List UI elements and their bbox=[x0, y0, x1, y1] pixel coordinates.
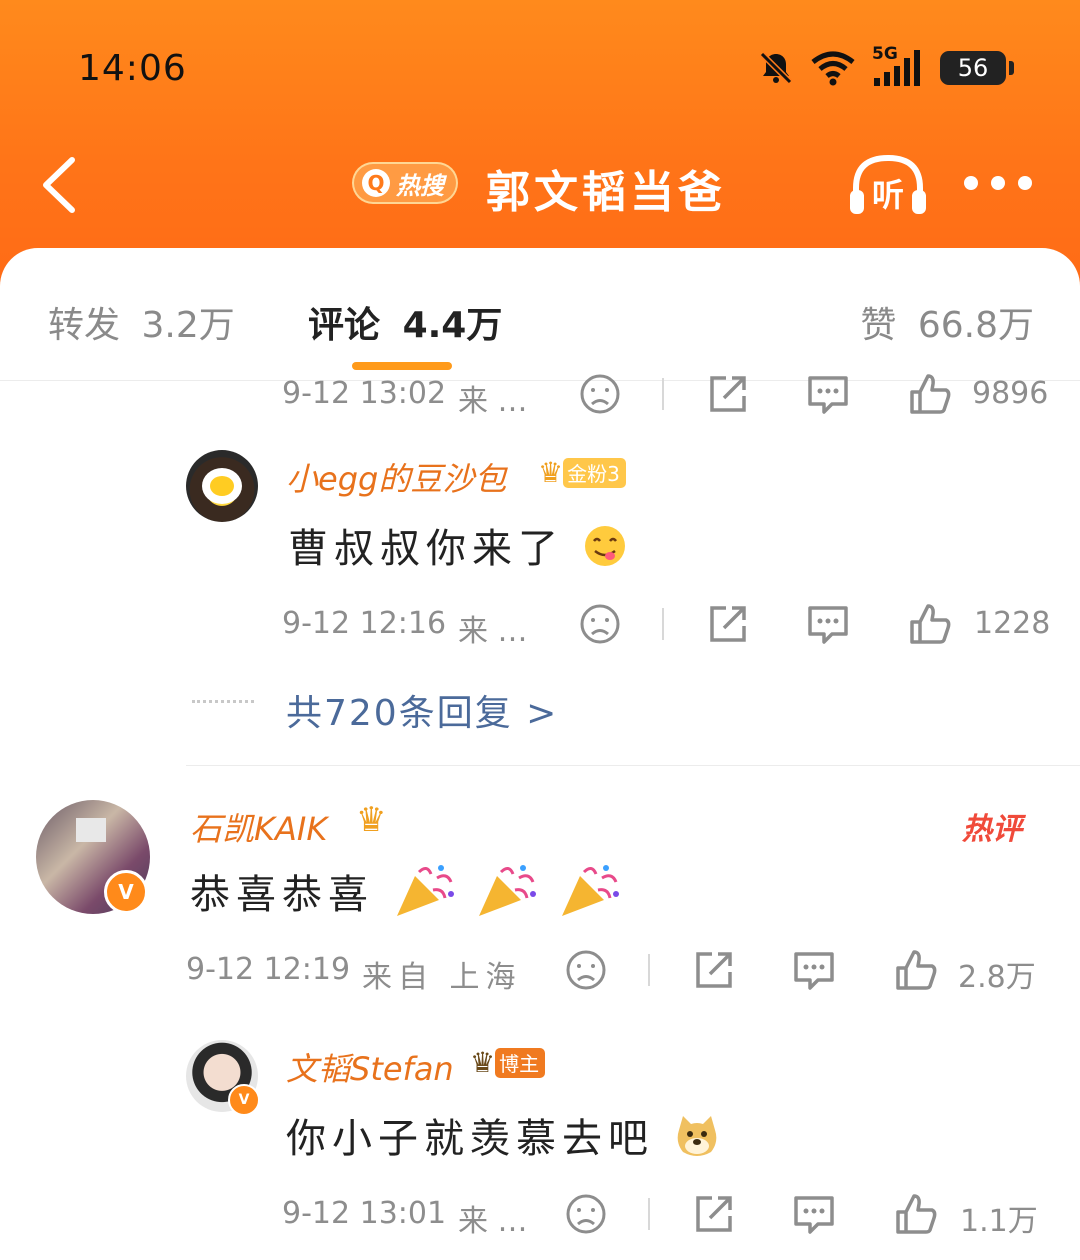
tab-like[interactable]: 赞 66.8万 bbox=[860, 296, 1034, 348]
dislike-icon[interactable] bbox=[564, 948, 608, 992]
share-icon[interactable] bbox=[692, 1192, 736, 1236]
status-time: 14:06 bbox=[78, 48, 187, 89]
username[interactable]: 小egg的豆沙包 bbox=[286, 454, 506, 500]
doge-emoji-icon bbox=[677, 1116, 717, 1156]
comment-icon[interactable] bbox=[806, 602, 850, 646]
party-popper-icon bbox=[562, 865, 620, 916]
reply-dots bbox=[192, 700, 254, 707]
like-count: 1228 bbox=[974, 606, 1051, 641]
blogger-badge: ♛ 博主 bbox=[470, 1046, 546, 1079]
listen-button[interactable]: 听 bbox=[846, 150, 930, 220]
comment-icon[interactable] bbox=[792, 948, 836, 992]
comment-icon[interactable] bbox=[806, 372, 850, 416]
separator bbox=[662, 608, 664, 640]
like-icon[interactable] bbox=[908, 372, 952, 416]
party-popper-icon bbox=[396, 865, 454, 916]
comment-text: 恭喜恭喜 bbox=[190, 862, 622, 920]
hot-comment-tag: 热评 bbox=[962, 812, 1022, 847]
blogger-badge-label: 博主 bbox=[495, 1047, 546, 1078]
mute-bell-icon bbox=[759, 51, 793, 85]
separator bbox=[648, 1198, 650, 1230]
comment-source: 来自 上海 bbox=[362, 960, 522, 995]
like-count: 1.1万 bbox=[960, 1204, 1038, 1239]
avatar[interactable] bbox=[186, 450, 258, 522]
comment-text: 曹叔叔你来了 bbox=[288, 516, 627, 574]
comment-divider bbox=[186, 765, 1080, 766]
fan-badge-label: 金粉3 bbox=[563, 457, 626, 488]
dislike-icon[interactable] bbox=[578, 602, 622, 646]
tab-repost-label: 转发 bbox=[48, 305, 121, 346]
listen-label: 听 bbox=[872, 176, 905, 214]
crown-icon: ♛ bbox=[470, 1046, 496, 1079]
like-count: 9896 bbox=[972, 376, 1049, 411]
active-tab-indicator bbox=[352, 362, 452, 370]
comment-text: 你小子就羡慕去吧 bbox=[286, 1106, 721, 1164]
tab-repost[interactable]: 转发 3.2万 bbox=[48, 296, 235, 348]
tab-comment[interactable]: 评论 4.4万 bbox=[308, 296, 502, 348]
like-icon[interactable] bbox=[894, 948, 938, 992]
share-icon[interactable] bbox=[692, 948, 736, 992]
comment-source: 来 … bbox=[458, 614, 528, 649]
share-icon[interactable] bbox=[706, 602, 750, 646]
tab-comment-count: 4.4万 bbox=[402, 305, 503, 346]
comment-text-content: 恭喜恭喜 bbox=[190, 872, 374, 918]
username[interactable]: 石凯KAIK bbox=[190, 804, 327, 850]
like-icon[interactable] bbox=[894, 1192, 938, 1236]
crown-icon: ♛ bbox=[356, 800, 387, 840]
comment-time: 9-12 13:01 bbox=[282, 1196, 447, 1231]
like-count: 2.8万 bbox=[958, 960, 1036, 995]
comment-text-content: 曹叔叔你来了 bbox=[288, 526, 564, 572]
comment-icon[interactable] bbox=[792, 1192, 836, 1236]
like-icon[interactable] bbox=[908, 602, 952, 646]
tab-like-count: 66.8万 bbox=[917, 305, 1034, 346]
comment-source: 来 … bbox=[458, 384, 528, 419]
tab-repost-count: 3.2万 bbox=[141, 305, 235, 346]
fan-badge: ♛ 金粉3 bbox=[538, 456, 626, 489]
hot-search-label: 热搜 bbox=[396, 171, 444, 200]
view-replies-link[interactable]: 共720条回复 > bbox=[286, 684, 558, 736]
battery-icon: 56 bbox=[940, 51, 1014, 85]
comment-text-content: 你小子就羡慕去吧 bbox=[286, 1116, 654, 1162]
search-icon: Q bbox=[362, 169, 390, 197]
comment-time: 9-12 12:16 bbox=[282, 606, 447, 641]
wifi-icon bbox=[811, 51, 855, 86]
signal-icon: 5G bbox=[870, 44, 926, 88]
verified-icon: V bbox=[228, 1084, 260, 1116]
share-icon[interactable] bbox=[706, 372, 750, 416]
dislike-icon[interactable] bbox=[564, 1192, 608, 1236]
party-popper-icon bbox=[479, 865, 537, 916]
username[interactable]: 文韬Stefan bbox=[286, 1044, 454, 1090]
separator bbox=[662, 378, 664, 410]
battery-level: 56 bbox=[957, 54, 989, 82]
status-icons: 5G 56 bbox=[756, 44, 1014, 88]
dislike-icon[interactable] bbox=[578, 372, 622, 416]
more-icon[interactable] bbox=[964, 176, 1034, 192]
drooling-emoji-icon bbox=[584, 526, 625, 566]
hot-search-badge[interactable]: Q 热搜 bbox=[352, 162, 458, 204]
tab-comment-label: 评论 bbox=[308, 305, 381, 346]
comment-source: 来 … bbox=[458, 1204, 528, 1239]
crown-icon: ♛ bbox=[538, 456, 564, 489]
comment-time: 9-12 13:02 bbox=[282, 376, 447, 411]
tab-like-label: 赞 bbox=[860, 305, 897, 346]
comment-time: 9-12 12:19 bbox=[186, 952, 351, 987]
separator bbox=[648, 954, 650, 986]
back-icon[interactable] bbox=[34, 150, 94, 220]
page-title: 郭文韬当爸 bbox=[486, 167, 726, 218]
verified-icon: V bbox=[104, 870, 148, 914]
